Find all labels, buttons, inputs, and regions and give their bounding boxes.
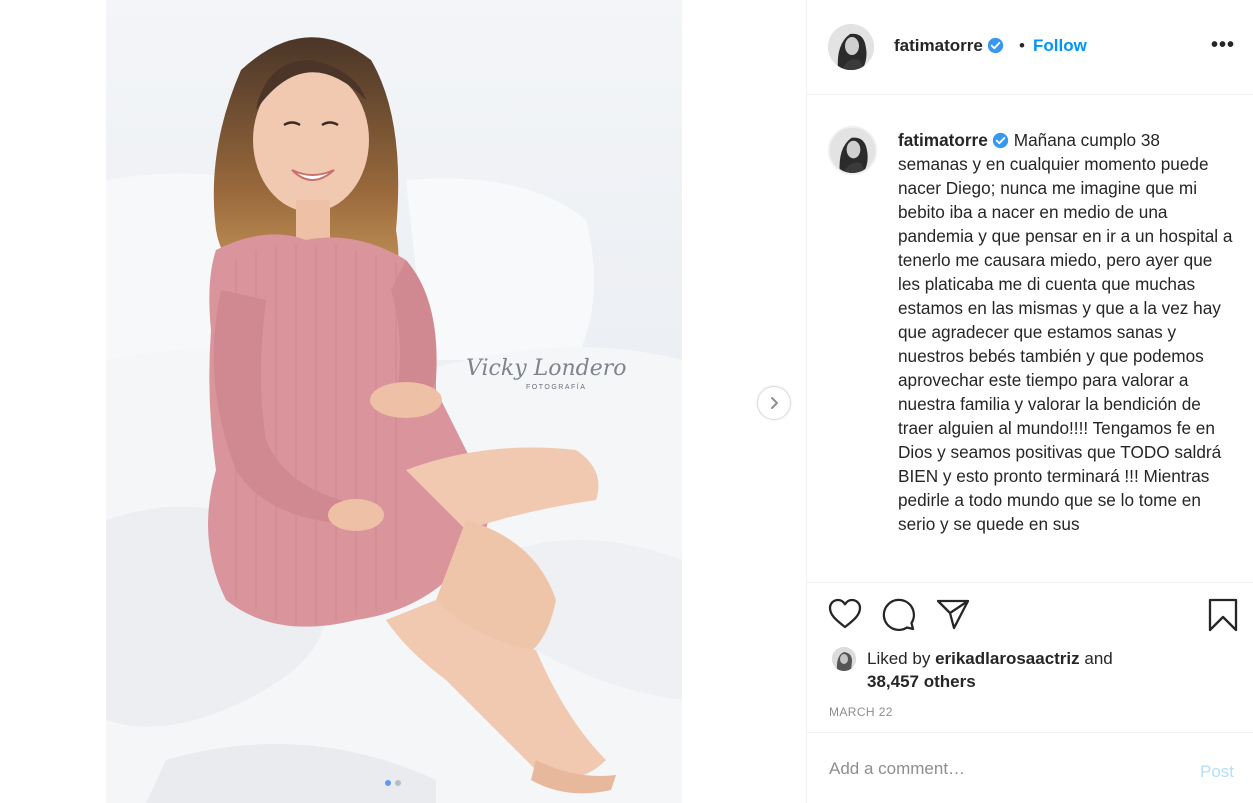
chevron-right-icon xyxy=(771,397,778,409)
caption-text: Mañana cumplo 38 semanas y en cualquier … xyxy=(898,130,1233,534)
more-options-icon[interactable]: ••• xyxy=(1211,34,1235,57)
avatar-image xyxy=(830,128,875,173)
author-avatar[interactable] xyxy=(828,24,874,70)
save-button[interactable] xyxy=(1208,598,1238,637)
caption-author-avatar[interactable] xyxy=(828,126,877,175)
author-username[interactable]: fatimatorre xyxy=(894,36,1004,56)
avatar-image xyxy=(832,647,856,671)
carousel-next-button[interactable] xyxy=(757,386,791,420)
post-media-area: Vicky Londero FOTOGRAFÍA xyxy=(0,0,806,803)
liked-by-avatar[interactable] xyxy=(832,647,856,671)
heart-icon xyxy=(828,598,862,629)
maternity-photo-illustration: Vicky Londero FOTOGRAFÍA xyxy=(106,0,682,803)
carousel-dot xyxy=(395,780,401,786)
photo-watermark-sub: FOTOGRAFÍA xyxy=(526,382,586,391)
like-button[interactable] xyxy=(828,598,862,635)
likes-and: and xyxy=(1084,649,1113,668)
paper-plane-icon xyxy=(936,599,970,630)
bookmark-icon xyxy=(1208,598,1238,632)
likes-summary: Liked by erikadlarosaactriz and 38,457 o… xyxy=(867,647,1113,693)
author-username-text[interactable]: fatimatorre xyxy=(894,36,983,55)
post-comment-button[interactable]: Post xyxy=(1200,762,1234,782)
post-caption: fatimatorre Mañana cumplo 38 semanas y en… xyxy=(898,128,1233,536)
separator-dot: • xyxy=(1019,36,1025,55)
photo-watermark: Vicky Londero xyxy=(466,356,627,381)
caption-username[interactable]: fatimatorre xyxy=(898,130,988,150)
verified-badge-icon xyxy=(992,132,1008,149)
share-button[interactable] xyxy=(936,598,970,635)
comment-button[interactable] xyxy=(882,598,916,637)
post-date[interactable]: MARCH 22 xyxy=(829,705,893,719)
verified-badge-icon xyxy=(987,37,1003,54)
post-actions: Liked by erikadlarosaactriz and 38,457 o… xyxy=(807,582,1253,732)
caption-area: fatimatorre Mañana cumplo 38 semanas y en… xyxy=(807,96,1253,582)
comment-bubble-icon xyxy=(882,598,916,632)
comment-box: Post xyxy=(807,732,1253,803)
follow-button[interactable]: Follow xyxy=(1033,36,1087,56)
likes-others-count[interactable]: 38,457 others xyxy=(867,672,976,691)
comment-input[interactable] xyxy=(829,759,1169,779)
post-photo[interactable]: Vicky Londero FOTOGRAFÍA xyxy=(106,0,682,803)
carousel-indicator xyxy=(385,780,401,786)
post-header: fatimatorre • Follow ••• xyxy=(807,0,1253,95)
liked-by-username[interactable]: erikadlarosaactriz xyxy=(935,649,1080,668)
likes-prefix: Liked by xyxy=(867,649,931,668)
carousel-dot-active xyxy=(385,780,391,786)
post-side-panel: fatimatorre • Follow ••• fatimatorre Maña… xyxy=(806,0,1253,803)
avatar-image xyxy=(828,24,874,70)
